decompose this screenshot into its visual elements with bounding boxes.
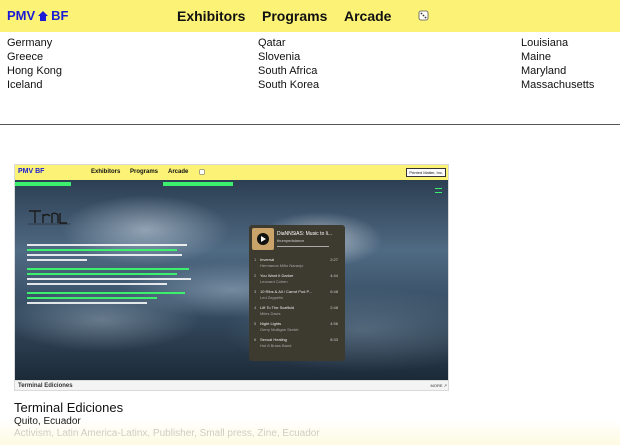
exhibitor-tags: Activism, Latin America-Latinx, Publishe…: [14, 428, 320, 439]
nav-programs[interactable]: Programs: [262, 8, 327, 24]
dice-icon[interactable]: [418, 10, 429, 21]
list-item[interactable]: Hong Kong: [7, 64, 62, 78]
progress-bar[interactable]: [277, 246, 329, 247]
track-name: You Want It Darker: [260, 273, 294, 278]
track-duration: 4:44: [330, 273, 338, 278]
preview-nav-arcade: Arcade: [168, 169, 189, 175]
list-item[interactable]: Qatar: [258, 36, 319, 50]
preview-hero-image: DiaNNSiAS: Music to li... thumpedstance …: [15, 180, 448, 380]
list-item[interactable]: Iceland: [7, 78, 62, 92]
list-item[interactable]: Germany: [7, 36, 62, 50]
track-number: 3: [254, 289, 257, 294]
track-duration: 8:33: [330, 337, 338, 342]
track-number: 2: [254, 273, 257, 278]
playlist-title: DiaNNSiAS: Music to li...: [277, 231, 333, 237]
list-column-states: Louisiana Maine Maryland Massachusetts: [521, 36, 594, 92]
terminal-logo-image: [28, 210, 70, 225]
playlist-owner: thumpedstance: [277, 238, 305, 243]
top-header: PMV BF Exhibitors Programs Arcade: [0, 0, 620, 32]
preview-nav-programs: Programs: [130, 169, 159, 175]
exhibitor-name[interactable]: Terminal Ediciones: [14, 400, 123, 415]
track-duration: 4:56: [330, 321, 338, 326]
track-duration: 2:48: [330, 305, 338, 310]
track-artist: Hermanos Miño Naranjo: [260, 263, 304, 268]
music-player-widget[interactable]: DiaNNSiAS: Music to li... thumpedstance …: [249, 225, 345, 361]
house-icon: [38, 10, 49, 21]
track-name: Night Lights: [260, 321, 282, 326]
list-item[interactable]: South Korea: [258, 78, 319, 92]
list-item[interactable]: Slovenia: [258, 50, 319, 64]
preview-sign-badge: Printed Matter, Inc.: [406, 168, 446, 177]
menu-icon: [435, 188, 442, 193]
track-name: Invernal: [260, 257, 275, 262]
preview-logo: PMV BF: [18, 168, 45, 175]
list-column-countries-1: Germany Greece Hong Kong Iceland: [7, 36, 62, 92]
track-number: 5: [254, 321, 257, 326]
highlight-strip: [15, 182, 71, 186]
track-number: 1: [254, 257, 257, 262]
track-duration: 6:48: [330, 289, 338, 294]
track-duration: 2:27: [330, 257, 338, 262]
preview-footer-name: Terminal Ediciones: [18, 383, 73, 389]
preview-header: PMV BF Exhibitors Programs Arcade Printe…: [15, 165, 448, 180]
play-button[interactable]: [257, 233, 269, 245]
preview-dice-icon: [199, 169, 205, 175]
preview-nav-exhibitors: Exhibitors: [91, 169, 121, 175]
track-number: 6: [254, 337, 257, 342]
exhibitor-blurb-text: [27, 244, 197, 307]
exhibitor-location: Quito, Ecuador: [14, 416, 81, 427]
track-artist: Miles Davis: [260, 311, 281, 316]
track-name: 10 Ribs & All / Carrot Pod P...: [260, 289, 312, 294]
nav-exhibitors[interactable]: Exhibitors: [177, 8, 245, 24]
nav-arcade[interactable]: Arcade: [344, 8, 391, 24]
track-artist: Leonard Cohen: [260, 279, 288, 284]
list-item[interactable]: Louisiana: [521, 36, 594, 50]
exhibitor-preview-card[interactable]: PMV BF Exhibitors Programs Arcade Printe…: [14, 164, 449, 391]
preview-footer: Terminal Ediciones MORE ↗: [15, 380, 448, 390]
track-name: Lift To The Scaffold: [260, 305, 295, 310]
track-name: Sexual Healing: [260, 337, 287, 342]
highlight-strip: [163, 182, 233, 186]
list-item[interactable]: Massachusetts: [521, 78, 594, 92]
list-item[interactable]: Maryland: [521, 64, 594, 78]
list-item[interactable]: Maine: [521, 50, 594, 64]
track-artist: Hot 8 Brass Band: [260, 343, 292, 348]
more-link[interactable]: MORE ↗: [431, 383, 447, 388]
list-item[interactable]: Greece: [7, 50, 62, 64]
track-artist: Led Zeppelin: [260, 295, 284, 300]
list-item[interactable]: South Africa: [258, 64, 319, 78]
track-artist: Gerry Mulligan Sextet: [260, 327, 299, 332]
logo-left-text: PMV: [7, 8, 36, 23]
list-column-countries-2: Qatar Slovenia South Africa South Korea: [258, 36, 319, 92]
section-divider: [0, 124, 620, 125]
logo-right-text: BF: [51, 8, 69, 23]
site-logo[interactable]: PMV BF: [7, 8, 69, 23]
track-number: 4: [254, 305, 257, 310]
